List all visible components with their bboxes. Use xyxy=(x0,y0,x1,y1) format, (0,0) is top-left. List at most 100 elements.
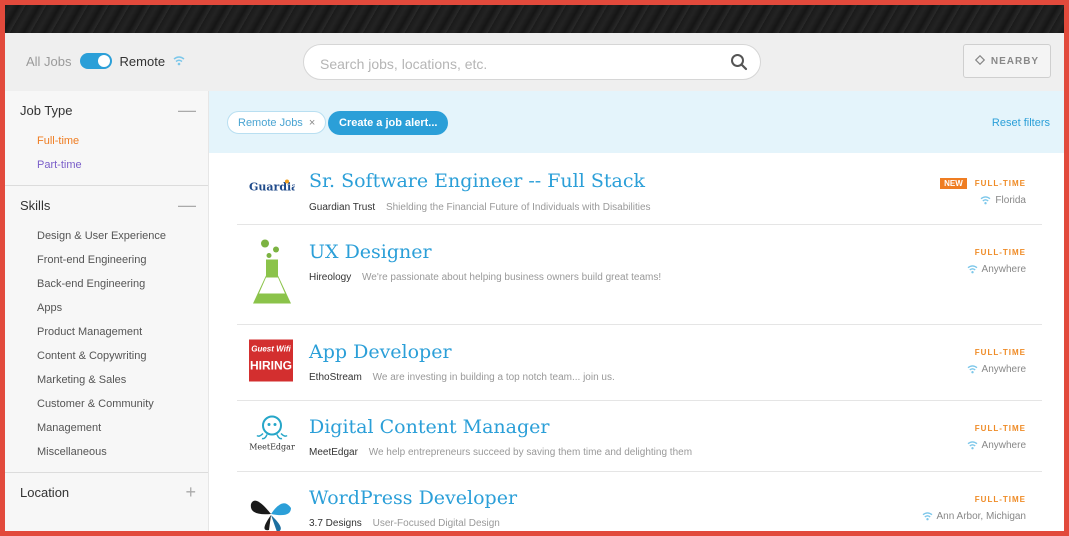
job-meta: EthoStream We are investing in building … xyxy=(309,372,615,383)
job-location: Ann Arbor, Michigan xyxy=(922,511,1027,522)
skill-item[interactable]: Marketing & Sales xyxy=(37,368,208,392)
skill-item[interactable]: Design & User Experience xyxy=(37,224,208,248)
reset-filters-link[interactable]: Reset filters xyxy=(992,117,1050,129)
create-job-alert-button[interactable]: Create a job alert... xyxy=(328,111,449,135)
skill-item[interactable]: Front-end Engineering xyxy=(37,248,208,272)
collapse-icon[interactable]: — xyxy=(178,100,196,121)
company-name[interactable]: EthoStream xyxy=(309,372,362,383)
job-location: Anywhere xyxy=(967,440,1026,451)
skills-list: Design & User Experience Front-end Engin… xyxy=(5,224,208,472)
job-type-list: Full-time Part-time xyxy=(5,129,208,185)
nearby-button[interactable]: NEARBY xyxy=(963,44,1051,78)
butterfly-logo xyxy=(249,494,293,531)
job-title[interactable]: App Developer xyxy=(309,341,452,363)
location-target-icon xyxy=(974,54,985,68)
company-tagline: Shielding the Financial Future of Indivi… xyxy=(385,202,651,213)
toggle-knob xyxy=(97,55,110,67)
remote-label[interactable]: Remote xyxy=(120,54,166,69)
job-title[interactable]: UX Designer xyxy=(309,241,432,263)
location-text: Anywhere xyxy=(981,364,1026,375)
location-text: Ann Arbor, Michigan xyxy=(936,511,1027,522)
job-info: FULL-TIME Ann Arbor, Michigan xyxy=(922,489,1027,522)
company-name[interactable]: Hireology xyxy=(309,272,351,283)
location-title: Location xyxy=(20,484,70,500)
wifi-icon xyxy=(922,512,932,521)
company-name[interactable]: MeetEdgar xyxy=(309,447,358,458)
search-box xyxy=(303,44,761,80)
skill-item[interactable]: Content & Copywriting xyxy=(37,344,208,368)
search-icon[interactable] xyxy=(730,53,748,76)
filter-sidebar: Job Type — Full-time Part-time Skills — … xyxy=(5,91,209,531)
job-info: FULL-TIME Anywhere xyxy=(967,242,1026,275)
job-type-section: Job Type — Full-time Part-time xyxy=(5,91,208,186)
meetedgar-logo-text: MeetEdgar xyxy=(249,443,295,452)
location-section: Location + xyxy=(5,473,208,511)
skill-item[interactable]: Product Management xyxy=(37,320,208,344)
skill-item[interactable]: Management xyxy=(37,416,208,440)
skills-header[interactable]: Skills — xyxy=(5,186,208,224)
app-frame: All Jobs Remote NEARBY Job Type — xyxy=(5,5,1064,531)
job-location: Florida xyxy=(940,195,1026,206)
job-row[interactable]: MeetEdgar Digital Content Manager MeetEd… xyxy=(237,401,1042,472)
location-text: Florida xyxy=(995,195,1026,206)
job-row[interactable]: Guest Wifi HIRING App Developer EthoStre… xyxy=(237,325,1042,401)
skill-item[interactable]: Miscellaneous xyxy=(37,440,208,464)
company-tagline: We help entrepreneurs succeed by saving … xyxy=(368,447,693,458)
hireology-flask-logo xyxy=(249,237,295,312)
job-meta: Guardian Trust Shielding the Financial F… xyxy=(309,202,651,213)
skills-title: Skills xyxy=(20,197,51,213)
job-row[interactable]: WordPress Developer 3.7 Designs User-Foc… xyxy=(237,472,1042,531)
job-type-part-time[interactable]: Part-time xyxy=(37,153,208,177)
svg-text:HIRING: HIRING xyxy=(250,358,292,372)
company-name[interactable]: Guardian Trust xyxy=(309,202,375,213)
top-bar: All Jobs Remote NEARBY xyxy=(5,33,1064,92)
job-type-label: FULL-TIME xyxy=(974,348,1026,357)
job-meta: Hireology We're passionate about helping… xyxy=(309,272,661,283)
remote-jobs-chip[interactable]: Remote Jobs × xyxy=(227,111,327,134)
close-icon[interactable]: × xyxy=(309,117,315,129)
job-location: Anywhere xyxy=(967,364,1026,375)
job-title[interactable]: Sr. Software Engineer -- Full Stack xyxy=(309,170,645,192)
remote-toggle-group: All Jobs Remote xyxy=(26,53,185,69)
job-meta: MeetEdgar We help entrepreneurs succeed … xyxy=(309,447,692,458)
wifi-icon xyxy=(967,441,977,450)
active-filters-bar: Remote Jobs × Create a job alert... Rese… xyxy=(209,91,1064,153)
guardian-logo: Guardian xyxy=(249,176,306,201)
ethostream-hiring-logo: Guest Wifi HIRING xyxy=(249,339,293,386)
skill-item[interactable]: Apps xyxy=(37,296,208,320)
collapse-icon[interactable]: — xyxy=(178,195,196,216)
company-name[interactable]: 3.7 Designs xyxy=(309,518,362,529)
job-row[interactable]: Guardian Sr. Software Engineer -- Full S… xyxy=(237,153,1042,225)
location-header[interactable]: Location + xyxy=(5,473,208,511)
job-location: Anywhere xyxy=(967,264,1026,275)
job-type-title: Job Type xyxy=(20,102,73,118)
meetedgar-octopus-logo: MeetEdgar xyxy=(249,414,295,459)
job-type-label: FULL-TIME xyxy=(974,248,1026,257)
job-title[interactable]: Digital Content Manager xyxy=(309,416,549,438)
job-info: FULL-TIME Anywhere xyxy=(967,342,1026,375)
search-input[interactable] xyxy=(318,53,722,75)
skill-item[interactable]: Customer & Community xyxy=(37,392,208,416)
job-type-full-time[interactable]: Full-time xyxy=(37,129,208,153)
wifi-icon xyxy=(173,56,185,66)
wifi-icon xyxy=(967,365,977,374)
company-tagline: We're passionate about helping business … xyxy=(362,272,662,283)
job-info: FULL-TIME Anywhere xyxy=(967,418,1026,451)
job-info: NEW FULL-TIME Florida xyxy=(940,173,1026,206)
job-type-label: FULL-TIME xyxy=(974,424,1026,433)
job-row[interactable]: UX Designer Hireology We're passionate a… xyxy=(237,225,1042,325)
location-text: Anywhere xyxy=(981,440,1026,451)
skill-item[interactable]: Back-end Engineering xyxy=(37,272,208,296)
wifi-icon xyxy=(981,196,991,205)
job-type-header[interactable]: Job Type — xyxy=(5,91,208,129)
nearby-label: NEARBY xyxy=(990,55,1040,67)
job-title[interactable]: WordPress Developer xyxy=(309,487,517,509)
job-list: Guardian Sr. Software Engineer -- Full S… xyxy=(237,153,1042,531)
remote-toggle[interactable] xyxy=(79,53,112,69)
job-type-label: FULL-TIME xyxy=(974,179,1026,188)
job-type-label: FULL-TIME xyxy=(974,495,1026,504)
all-jobs-label[interactable]: All Jobs xyxy=(26,54,72,69)
expand-icon[interactable]: + xyxy=(185,482,196,503)
job-meta: 3.7 Designs User-Focused Digital Design xyxy=(309,518,500,529)
chip-label: Remote Jobs xyxy=(238,116,303,129)
